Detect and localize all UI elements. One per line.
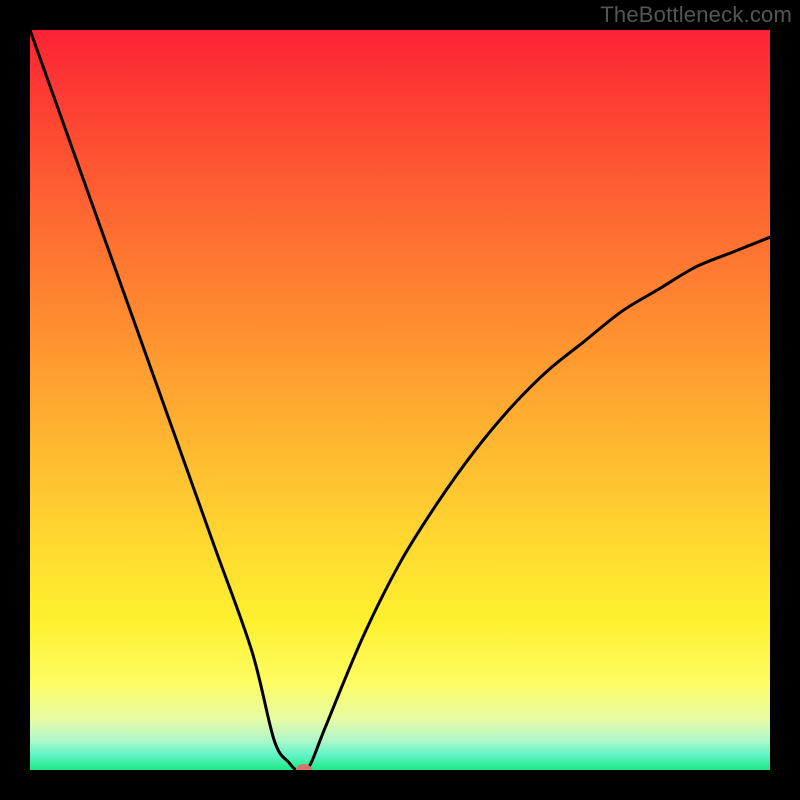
chart-plot-area bbox=[30, 30, 770, 770]
chart-background-gradient bbox=[30, 30, 770, 770]
watermark-text: TheBottleneck.com bbox=[600, 2, 792, 28]
